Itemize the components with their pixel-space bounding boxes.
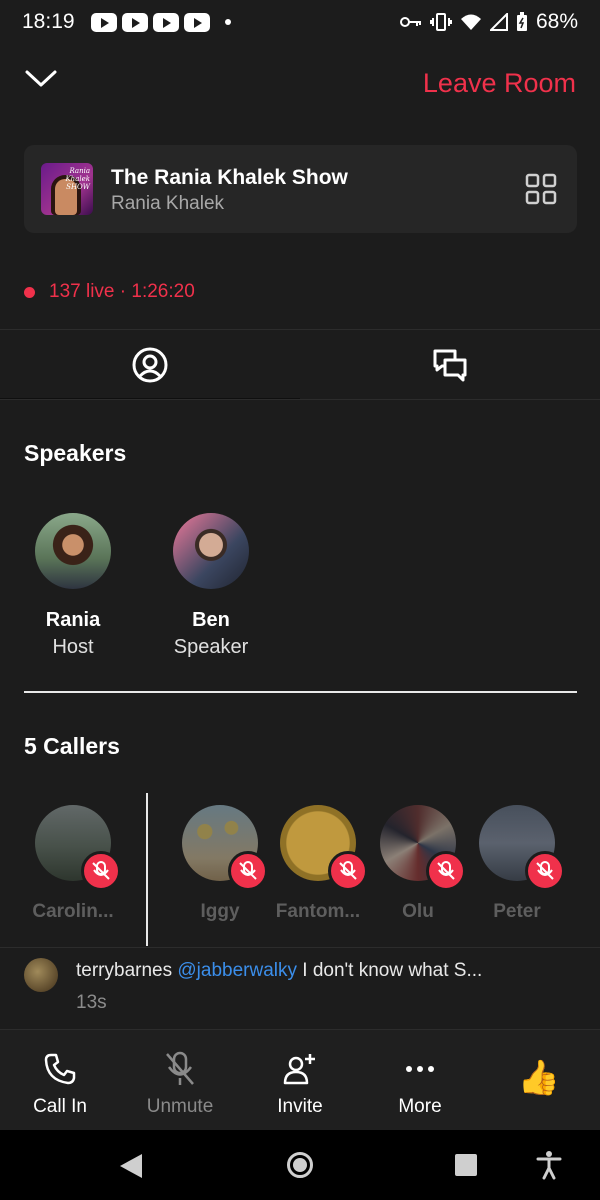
speaker-name: Ben bbox=[192, 609, 230, 631]
caller-name: Carolin... bbox=[32, 901, 114, 922]
divider bbox=[0, 947, 600, 948]
speakers-heading: Speakers bbox=[24, 440, 127, 466]
call-in-button[interactable]: Call In bbox=[10, 1050, 110, 1118]
comment-text: terrybarnes @jabberwalky I don't know wh… bbox=[76, 960, 586, 982]
unmute-button[interactable]: Unmute bbox=[130, 1050, 230, 1118]
status-bar: 18:19 68% bbox=[0, 0, 600, 44]
caller-item[interactable]: Olu bbox=[363, 805, 473, 923]
comment-timestamp: 13s bbox=[76, 992, 107, 1013]
mic-muted-icon bbox=[525, 851, 565, 891]
show-thumbnail: Rania Khalek SHOW bbox=[41, 163, 93, 215]
section-divider bbox=[24, 691, 577, 693]
caller-item[interactable]: Iggy bbox=[165, 805, 275, 923]
room-header: Leave Room bbox=[0, 60, 600, 110]
add-user-icon bbox=[283, 1054, 315, 1085]
avatar bbox=[24, 958, 58, 992]
caller-name: Iggy bbox=[200, 901, 240, 922]
avatar bbox=[173, 513, 249, 589]
live-dot bbox=[24, 286, 35, 298]
live-stats: 137 live · 1:26:20 bbox=[49, 281, 195, 302]
more-dots-icon bbox=[406, 1066, 434, 1072]
status-time: 18:19 bbox=[22, 10, 75, 33]
youtube-icon bbox=[183, 12, 210, 32]
caller-name: Olu bbox=[402, 901, 434, 922]
caller-name: Peter bbox=[493, 901, 541, 922]
comment-mention[interactable]: @jabberwalky bbox=[177, 960, 297, 981]
room-tabs bbox=[0, 330, 600, 400]
battery-icon bbox=[516, 12, 527, 31]
key-icon bbox=[399, 17, 421, 27]
more-button[interactable]: More bbox=[370, 1050, 470, 1118]
youtube-icon bbox=[121, 12, 148, 32]
mic-muted-icon bbox=[81, 851, 121, 891]
back-icon[interactable] bbox=[120, 1154, 142, 1178]
chevron-down-icon[interactable] bbox=[24, 68, 58, 90]
recent-apps-icon[interactable] bbox=[455, 1154, 477, 1176]
invite-label: Invite bbox=[277, 1096, 323, 1117]
grid-icon[interactable] bbox=[525, 173, 557, 205]
mic-muted-icon bbox=[328, 851, 368, 891]
callers-heading: 5 Callers bbox=[24, 733, 120, 759]
person-circle-icon bbox=[132, 347, 168, 383]
mic-muted-icon bbox=[426, 851, 466, 891]
tab-people[interactable] bbox=[0, 330, 300, 400]
wifi-icon bbox=[460, 14, 481, 30]
avatar bbox=[35, 513, 111, 589]
mic-muted-icon bbox=[166, 1051, 194, 1085]
battery-percent: 68% bbox=[535, 10, 578, 33]
speaker-ben[interactable]: Ben Speaker bbox=[141, 513, 281, 659]
caller-name: Fantom... bbox=[275, 901, 361, 922]
speaker-rania[interactable]: Rania Host bbox=[3, 513, 143, 659]
caller-divider bbox=[146, 793, 148, 946]
speaker-role: Speaker bbox=[173, 636, 249, 658]
show-host: Rania Khalek bbox=[111, 193, 225, 214]
caller-item[interactable]: Peter bbox=[462, 805, 572, 923]
more-notifications-dot bbox=[224, 19, 231, 25]
invite-button[interactable]: Invite bbox=[250, 1050, 350, 1118]
youtube-icon bbox=[90, 12, 117, 32]
divider bbox=[0, 399, 600, 400]
youtube-icon bbox=[152, 12, 179, 32]
comment-username: terrybarnes bbox=[76, 960, 173, 981]
live-indicator: 137 live · 1:26:20 bbox=[24, 281, 195, 303]
signal-icon bbox=[489, 13, 508, 31]
show-card[interactable]: Rania Khalek SHOW The Rania Khalek Show Ra… bbox=[24, 145, 577, 233]
vibrate-icon bbox=[429, 13, 452, 31]
speaker-role: Host bbox=[52, 636, 94, 658]
action-bar: Call In Unmute Invite More 👍 bbox=[0, 1030, 600, 1130]
show-title: The Rania Khalek Show bbox=[111, 166, 348, 189]
caller-item[interactable]: Fantom... bbox=[263, 805, 373, 923]
tab-chat[interactable] bbox=[300, 330, 600, 400]
comment-body: I don't know what S... bbox=[302, 960, 483, 981]
chat-bubbles-icon bbox=[433, 349, 467, 382]
speaker-name: Rania bbox=[45, 609, 101, 631]
mic-muted-icon bbox=[228, 851, 268, 891]
call-in-label: Call In bbox=[33, 1096, 87, 1117]
unmute-label: Unmute bbox=[146, 1096, 214, 1117]
show-thumbnail-logo: Rania Khalek SHOW bbox=[65, 167, 90, 191]
phone-icon bbox=[44, 1053, 76, 1085]
system-nav-bar bbox=[0, 1130, 600, 1200]
caller-item[interactable]: Carolin... bbox=[18, 805, 128, 923]
accessibility-icon[interactable] bbox=[536, 1150, 562, 1180]
home-icon[interactable] bbox=[287, 1152, 313, 1178]
more-label: More bbox=[398, 1096, 442, 1117]
leave-room-button[interactable]: Leave Room bbox=[423, 68, 576, 99]
thumbs-up-icon[interactable]: 👍 bbox=[518, 1058, 560, 1098]
